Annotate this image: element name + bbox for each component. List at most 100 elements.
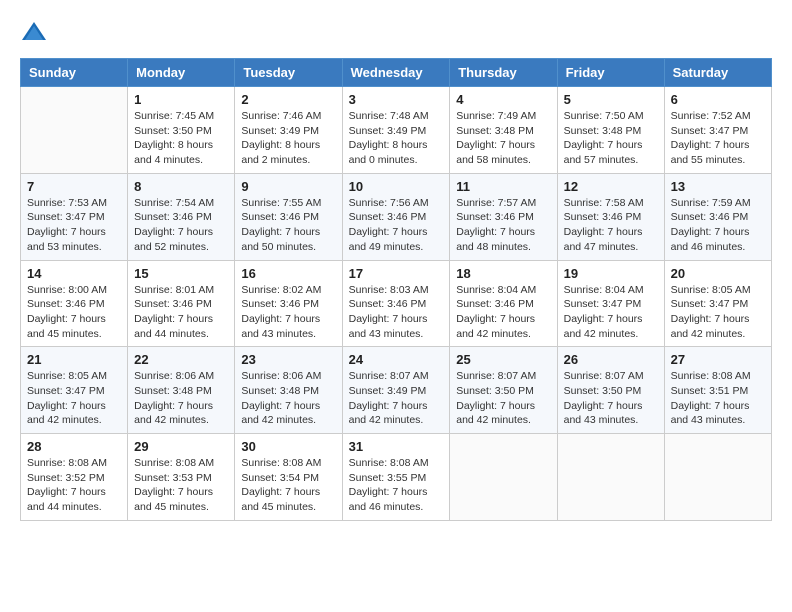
calendar-cell: 10Sunrise: 7:56 AM Sunset: 3:46 PM Dayli…	[342, 173, 450, 260]
day-info: Sunrise: 7:55 AM Sunset: 3:46 PM Dayligh…	[241, 196, 335, 255]
calendar-cell: 13 Sunrise: 7:59 AM Sunset: 3:46 PM Dayli…	[664, 173, 771, 260]
day-info: Sunrise: 8:04 AM Sunset: 3:47 PM Dayligh…	[564, 283, 658, 342]
calendar-cell: 14 Sunrise: 8:00 AM Sunset: 3:46 PM Dayli…	[21, 260, 128, 347]
calendar-cell: 19 Sunrise: 8:04 AM Sunset: 3:47 PM Dayli…	[557, 260, 664, 347]
calendar-cell: 8 Sunrise: 7:54 AM Sunset: 3:46 PM Daylig…	[128, 173, 235, 260]
logo-icon	[20, 20, 48, 48]
day-number: 2	[241, 92, 335, 107]
day-info: Sunrise: 8:07 AM Sunset: 3:49 PM Dayligh…	[349, 369, 444, 428]
day-number: 3	[349, 92, 444, 107]
calendar-cell	[450, 434, 557, 521]
calendar-cell	[21, 87, 128, 174]
day-header-sunday: Sunday	[21, 59, 128, 87]
calendar-cell: 1 Sunrise: 7:45 AM Sunset: 3:50 PM Daylig…	[128, 87, 235, 174]
day-info: Sunrise: 8:06 AM Sunset: 3:48 PM Dayligh…	[134, 369, 228, 428]
calendar-week-2: 7Sunrise: 7:53 AM Sunset: 3:47 PM Daylig…	[21, 173, 772, 260]
day-number: 21	[27, 352, 121, 367]
day-info: Sunrise: 7:45 AM Sunset: 3:50 PM Dayligh…	[134, 109, 228, 168]
calendar-cell: 25 Sunrise: 8:07 AM Sunset: 3:50 PM Dayli…	[450, 347, 557, 434]
day-number: 19	[564, 266, 658, 281]
calendar-cell: 16 Sunrise: 8:02 AM Sunset: 3:46 PM Dayli…	[235, 260, 342, 347]
day-number: 5	[564, 92, 658, 107]
day-info: Sunrise: 8:08 AM Sunset: 3:52 PM Dayligh…	[27, 456, 121, 515]
calendar-week-5: 28 Sunrise: 8:08 AM Sunset: 3:52 PM Dayli…	[21, 434, 772, 521]
day-info: Sunrise: 8:03 AM Sunset: 3:46 PM Dayligh…	[349, 283, 444, 342]
calendar-cell: 23Sunrise: 8:06 AM Sunset: 3:48 PM Dayli…	[235, 347, 342, 434]
day-number: 25	[456, 352, 550, 367]
day-header-monday: Monday	[128, 59, 235, 87]
day-info: Sunrise: 8:05 AM Sunset: 3:47 PM Dayligh…	[671, 283, 765, 342]
calendar-cell: 17 Sunrise: 8:03 AM Sunset: 3:46 PM Dayli…	[342, 260, 450, 347]
day-info: Sunrise: 7:50 AM Sunset: 3:48 PM Dayligh…	[564, 109, 658, 168]
calendar-cell: 4 Sunrise: 7:49 AM Sunset: 3:48 PM Daylig…	[450, 87, 557, 174]
day-info: Sunrise: 8:08 AM Sunset: 3:55 PM Dayligh…	[349, 456, 444, 515]
calendar-header-row: SundayMondayTuesdayWednesdayThursdayFrid…	[21, 59, 772, 87]
calendar-cell: 11 Sunrise: 7:57 AM Sunset: 3:46 PM Dayli…	[450, 173, 557, 260]
calendar-week-3: 14 Sunrise: 8:00 AM Sunset: 3:46 PM Dayli…	[21, 260, 772, 347]
day-info: Sunrise: 8:01 AM Sunset: 3:46 PM Dayligh…	[134, 283, 228, 342]
day-info: Sunrise: 8:00 AM Sunset: 3:46 PM Dayligh…	[27, 283, 121, 342]
day-number: 30	[241, 439, 335, 454]
day-info: Sunrise: 8:08 AM Sunset: 3:51 PM Dayligh…	[671, 369, 765, 428]
day-info: Sunrise: 7:48 AM Sunset: 3:49 PM Dayligh…	[349, 109, 444, 168]
day-info: Sunrise: 8:05 AM Sunset: 3:47 PM Dayligh…	[27, 369, 121, 428]
day-header-tuesday: Tuesday	[235, 59, 342, 87]
day-info: Sunrise: 7:59 AM Sunset: 3:46 PM Dayligh…	[671, 196, 765, 255]
calendar-cell: 15 Sunrise: 8:01 AM Sunset: 3:46 PM Dayli…	[128, 260, 235, 347]
calendar-cell: 12Sunrise: 7:58 AM Sunset: 3:46 PM Dayli…	[557, 173, 664, 260]
day-info: Sunrise: 8:06 AM Sunset: 3:48 PM Dayligh…	[241, 369, 335, 428]
day-info: Sunrise: 8:02 AM Sunset: 3:46 PM Dayligh…	[241, 283, 335, 342]
day-info: Sunrise: 7:46 AM Sunset: 3:49 PM Dayligh…	[241, 109, 335, 168]
calendar-cell: 24Sunrise: 8:07 AM Sunset: 3:49 PM Dayli…	[342, 347, 450, 434]
day-number: 29	[134, 439, 228, 454]
calendar-cell: 26Sunrise: 8:07 AM Sunset: 3:50 PM Dayli…	[557, 347, 664, 434]
day-number: 28	[27, 439, 121, 454]
day-info: Sunrise: 8:08 AM Sunset: 3:53 PM Dayligh…	[134, 456, 228, 515]
day-number: 8	[134, 179, 228, 194]
calendar-cell: 21 Sunrise: 8:05 AM Sunset: 3:47 PM Dayli…	[21, 347, 128, 434]
calendar-cell: 7Sunrise: 7:53 AM Sunset: 3:47 PM Daylig…	[21, 173, 128, 260]
calendar-cell: 9Sunrise: 7:55 AM Sunset: 3:46 PM Daylig…	[235, 173, 342, 260]
day-number: 15	[134, 266, 228, 281]
page-header	[20, 20, 772, 48]
day-number: 1	[134, 92, 228, 107]
calendar-cell: 22 Sunrise: 8:06 AM Sunset: 3:48 PM Dayli…	[128, 347, 235, 434]
calendar-cell: 27 Sunrise: 8:08 AM Sunset: 3:51 PM Dayli…	[664, 347, 771, 434]
day-info: Sunrise: 8:04 AM Sunset: 3:46 PM Dayligh…	[456, 283, 550, 342]
day-header-friday: Friday	[557, 59, 664, 87]
calendar-cell: 2 Sunrise: 7:46 AM Sunset: 3:49 PM Daylig…	[235, 87, 342, 174]
calendar-table: SundayMondayTuesdayWednesdayThursdayFrid…	[20, 58, 772, 521]
day-header-thursday: Thursday	[450, 59, 557, 87]
day-info: Sunrise: 7:52 AM Sunset: 3:47 PM Dayligh…	[671, 109, 765, 168]
day-number: 11	[456, 179, 550, 194]
calendar-cell: 30 Sunrise: 8:08 AM Sunset: 3:54 PM Dayli…	[235, 434, 342, 521]
day-number: 12	[564, 179, 658, 194]
logo	[20, 20, 52, 48]
day-number: 20	[671, 266, 765, 281]
day-info: Sunrise: 7:49 AM Sunset: 3:48 PM Dayligh…	[456, 109, 550, 168]
calendar-cell: 31Sunrise: 8:08 AM Sunset: 3:55 PM Dayli…	[342, 434, 450, 521]
calendar-cell: 28 Sunrise: 8:08 AM Sunset: 3:52 PM Dayli…	[21, 434, 128, 521]
day-number: 16	[241, 266, 335, 281]
day-number: 27	[671, 352, 765, 367]
day-info: Sunrise: 8:08 AM Sunset: 3:54 PM Dayligh…	[241, 456, 335, 515]
day-header-wednesday: Wednesday	[342, 59, 450, 87]
day-number: 10	[349, 179, 444, 194]
day-number: 13	[671, 179, 765, 194]
day-header-saturday: Saturday	[664, 59, 771, 87]
calendar-cell	[557, 434, 664, 521]
calendar-cell: 3 Sunrise: 7:48 AM Sunset: 3:49 PM Daylig…	[342, 87, 450, 174]
day-number: 17	[349, 266, 444, 281]
day-number: 14	[27, 266, 121, 281]
calendar-week-4: 21 Sunrise: 8:05 AM Sunset: 3:47 PM Dayli…	[21, 347, 772, 434]
calendar-cell: 18Sunrise: 8:04 AM Sunset: 3:46 PM Dayli…	[450, 260, 557, 347]
day-info: Sunrise: 8:07 AM Sunset: 3:50 PM Dayligh…	[456, 369, 550, 428]
day-info: Sunrise: 7:53 AM Sunset: 3:47 PM Dayligh…	[27, 196, 121, 255]
calendar-week-1: 1 Sunrise: 7:45 AM Sunset: 3:50 PM Daylig…	[21, 87, 772, 174]
day-number: 4	[456, 92, 550, 107]
calendar-cell: 5 Sunrise: 7:50 AM Sunset: 3:48 PM Daylig…	[557, 87, 664, 174]
day-info: Sunrise: 7:54 AM Sunset: 3:46 PM Dayligh…	[134, 196, 228, 255]
day-number: 22	[134, 352, 228, 367]
day-number: 6	[671, 92, 765, 107]
day-info: Sunrise: 7:57 AM Sunset: 3:46 PM Dayligh…	[456, 196, 550, 255]
